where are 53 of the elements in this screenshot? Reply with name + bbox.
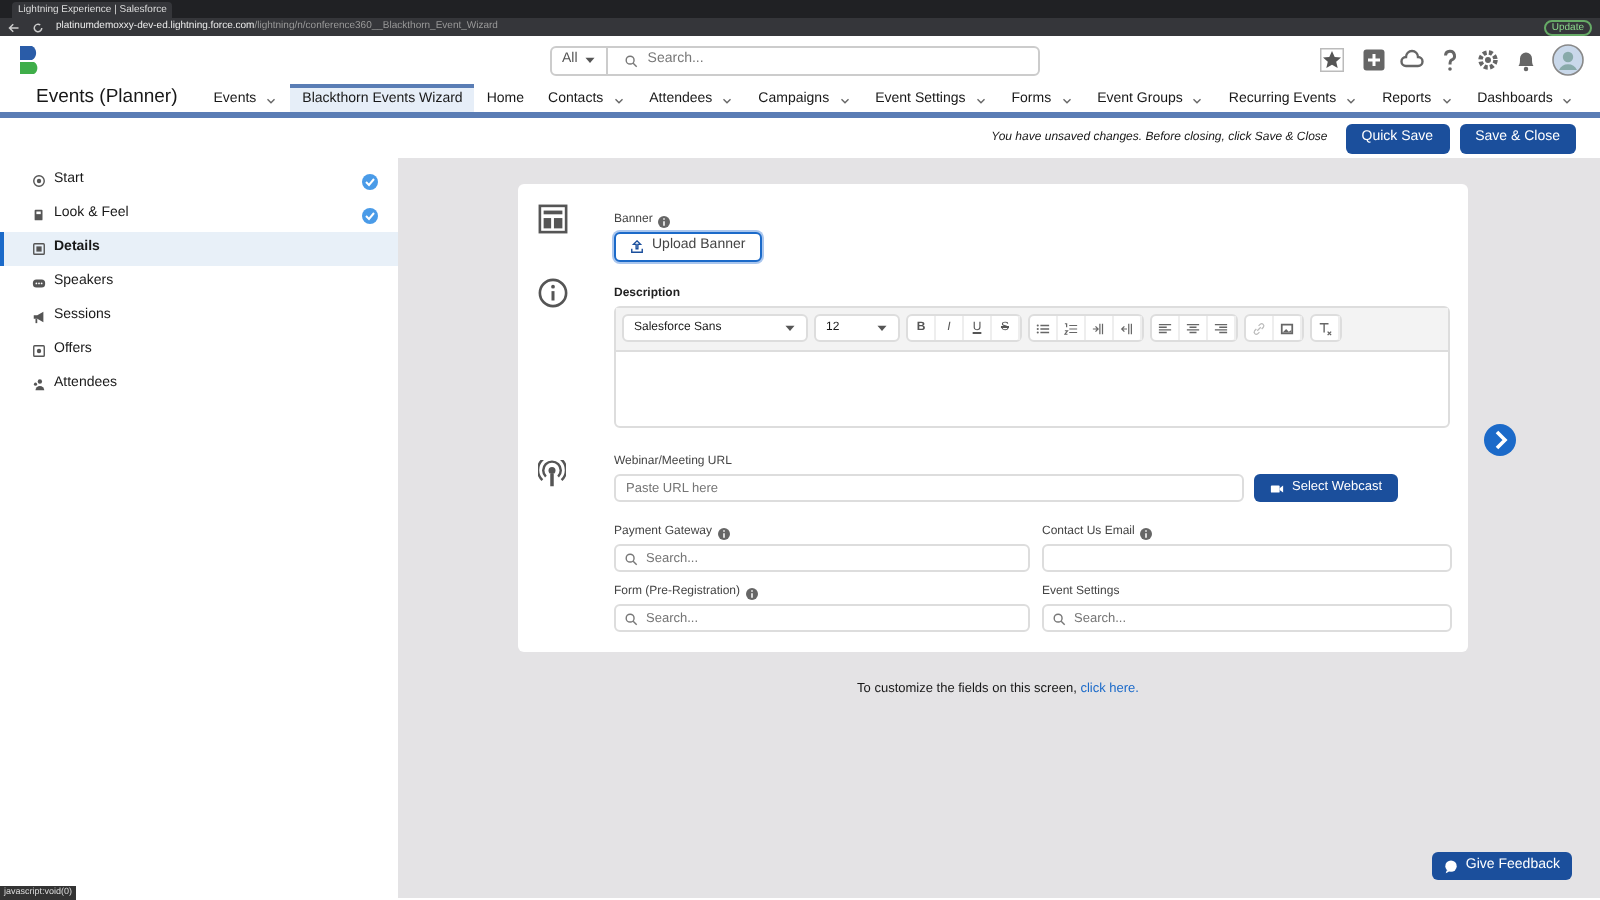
info-icon[interactable] (658, 215, 671, 227)
caret-icon (583, 54, 596, 66)
chevron-down-icon[interactable] (1344, 93, 1359, 107)
chat-icon (1443, 859, 1458, 873)
details-icon (32, 242, 46, 256)
layout-icon (538, 204, 568, 234)
chevron-down-icon[interactable] (1190, 93, 1205, 107)
info-icon[interactable] (718, 527, 731, 539)
info-icon[interactable] (746, 587, 759, 599)
chevron-down-icon[interactable] (1059, 93, 1074, 107)
align-right-icon[interactable] (1214, 321, 1228, 336)
radio-icon (32, 174, 46, 188)
input-field[interactable] (1042, 544, 1452, 572)
broadcast-icon (538, 460, 566, 488)
search-icon (624, 612, 638, 626)
megaphone-icon (32, 310, 46, 324)
document-icon (32, 208, 46, 222)
search-icon (1052, 612, 1066, 626)
chevron-down-icon[interactable] (1439, 93, 1454, 107)
cloud-icon[interactable] (1400, 48, 1424, 72)
caret-icon (876, 322, 888, 335)
people-icon (32, 378, 46, 392)
image-icon[interactable] (1280, 321, 1294, 336)
outdent-icon[interactable] (1120, 321, 1134, 336)
numbered-list-icon[interactable] (1064, 321, 1078, 336)
back-arrow-icon[interactable] (8, 21, 20, 33)
clear-format-icon[interactable] (1318, 321, 1332, 336)
search-icon (624, 552, 638, 566)
align-center-icon[interactable] (1186, 321, 1200, 336)
settings-icon[interactable] (1476, 48, 1500, 72)
box-icon (32, 344, 46, 358)
chevron-down-icon[interactable] (973, 93, 988, 107)
caret-icon (784, 322, 796, 335)
plus-icon[interactable] (1362, 48, 1386, 72)
chevron-down-icon[interactable] (837, 93, 852, 107)
indent-icon[interactable] (1092, 321, 1106, 336)
avatar-icon[interactable] (1552, 44, 1584, 76)
bullet-list-icon[interactable] (1036, 321, 1050, 336)
help-icon[interactable] (1438, 48, 1462, 72)
chevron-down-icon[interactable] (264, 93, 279, 107)
video-camera-icon (1270, 481, 1284, 495)
search-icon (623, 53, 638, 67)
bell-icon[interactable] (1514, 48, 1538, 72)
info-icon[interactable] (1140, 527, 1153, 539)
chevron-down-icon[interactable] (1560, 93, 1575, 107)
upload-icon (630, 239, 644, 254)
chevron-down-icon[interactable] (611, 93, 626, 107)
chat-icon (32, 276, 46, 290)
info-icon (538, 278, 568, 308)
chevron-down-icon[interactable] (720, 93, 735, 107)
reload-icon[interactable] (32, 21, 44, 33)
align-left-icon[interactable] (1158, 321, 1172, 336)
app-name: Events (Planner) (36, 83, 178, 112)
